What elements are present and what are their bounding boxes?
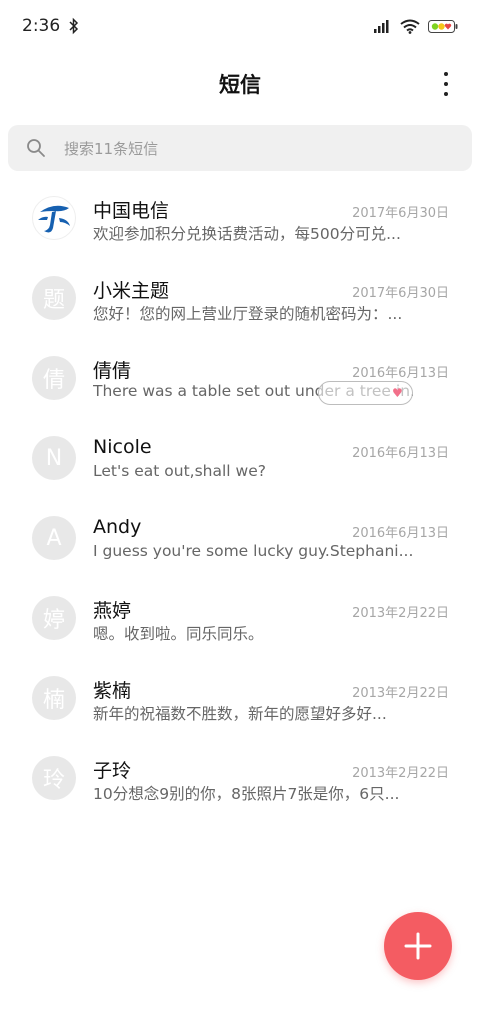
message-snippet: 您好！您的网上营业厅登录的随机密码为：...	[93, 305, 403, 323]
conversation-item[interactable]: 倩 倩倩 2016年6月13日 There was a table set ou…	[0, 340, 480, 420]
message-date: 2016年6月13日	[352, 526, 449, 541]
search-icon	[27, 139, 45, 157]
message-snippet: Let's eat out,shall we?	[93, 462, 266, 480]
message-snippet: 10分想念9别的你，8张照片7张是你，6只...	[93, 785, 400, 803]
avatar: 婷	[32, 596, 76, 640]
battery-icon	[428, 19, 458, 33]
conversation-item[interactable]: 婷 燕婷 2013年2月22日 嗯。收到啦。同乐同乐。	[0, 580, 480, 660]
message-snippet: I guess you're some lucky guy.Stephani..…	[93, 542, 413, 560]
search-input[interactable]: 搜索11条短信	[8, 125, 472, 171]
conversation-item[interactable]: 玲 子玲 2013年2月22日 10分想念9别的你，8张照片7张是你，6只...	[0, 740, 480, 820]
contact-name: 中国电信	[93, 200, 170, 222]
contact-name: 燕婷	[93, 600, 132, 622]
contact-name: Nicole	[93, 436, 152, 458]
more-options-icon[interactable]	[442, 72, 450, 96]
message-date: 2016年6月13日	[352, 366, 449, 381]
avatar: 题	[32, 276, 76, 320]
conversation-item[interactable]: 楠 紫楠 2013年2月22日 新年的祝福数不胜数，新年的愿望好多好...	[0, 660, 480, 740]
message-date: 2016年6月13日	[352, 446, 449, 461]
compose-button[interactable]	[384, 912, 452, 980]
contact-name: 小米主题	[93, 280, 170, 302]
message-date: 2013年2月22日	[352, 766, 449, 781]
message-date: 2017年6月30日	[352, 286, 449, 301]
status-time: 2:36	[22, 16, 61, 36]
china-telecom-logo-avatar	[32, 196, 76, 240]
message-date: 2017年6月30日	[352, 206, 449, 221]
avatar: A	[32, 516, 76, 560]
page-title: 短信	[219, 73, 261, 97]
conversation-item[interactable]: 中国电信 2017年6月30日 欢迎参加积分兑换话费活动，每500分可兑...	[0, 180, 480, 260]
conversation-item[interactable]: 题 小米主题 2017年6月30日 您好！您的网上营业厅登录的随机密码为：...	[0, 260, 480, 340]
avatar: N	[32, 436, 76, 480]
heart-icon: ♥	[392, 386, 403, 400]
message-snippet: 嗯。收到啦。同乐同乐。	[93, 625, 264, 643]
conversation-list: 中国电信 2017年6月30日 欢迎参加积分兑换话费活动，每500分可兑... …	[0, 180, 480, 820]
title-bar: 短信	[0, 58, 480, 110]
conversation-item[interactable]: A Andy 2016年6月13日 I guess you're some lu…	[0, 500, 480, 580]
conversation-item[interactable]: N Nicole 2016年6月13日 Let's eat out,shall …	[0, 420, 480, 500]
china-telecom-logo	[38, 205, 70, 233]
floating-bubble-overlay[interactable]: ♥	[318, 381, 413, 405]
message-snippet: 新年的祝福数不胜数，新年的愿望好多好...	[93, 705, 387, 723]
avatar: 倩	[32, 356, 76, 400]
message-date: 2013年2月22日	[352, 606, 449, 621]
search-placeholder: 搜索11条短信	[64, 139, 159, 158]
status-bar: 2:36	[0, 0, 480, 52]
signal-icon	[374, 20, 389, 33]
message-snippet: 欢迎参加积分兑换话费活动，每500分可兑...	[93, 225, 401, 243]
bluetooth-icon	[69, 17, 79, 35]
contact-name: 倩倩	[93, 360, 132, 382]
message-date: 2013年2月22日	[352, 686, 449, 701]
contact-name: 子玲	[93, 760, 132, 782]
avatar: 楠	[32, 676, 76, 720]
wifi-icon	[400, 19, 420, 34]
plus-icon	[404, 932, 432, 960]
contact-name: Andy	[93, 516, 142, 538]
contact-name: 紫楠	[93, 680, 132, 702]
avatar: 玲	[32, 756, 76, 800]
